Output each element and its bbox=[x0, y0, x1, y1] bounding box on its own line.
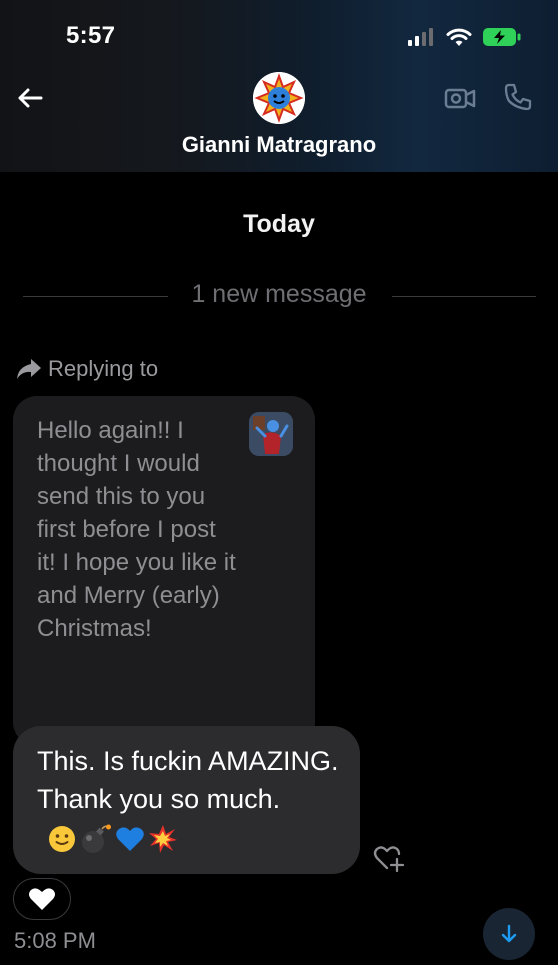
white-heart-icon bbox=[29, 888, 55, 910]
reaction-pill[interactable] bbox=[13, 878, 71, 920]
cellular-signal-icon bbox=[408, 28, 433, 46]
replying-to-row: Replying to bbox=[16, 356, 158, 382]
phone-call-button[interactable] bbox=[503, 82, 533, 112]
wifi-icon bbox=[446, 28, 472, 46]
battery-charging-icon bbox=[483, 28, 521, 46]
blue-heart-emoji bbox=[116, 827, 144, 851]
collision-emoji bbox=[149, 824, 177, 853]
chat-header: 5:57 Gianni Matragrano bbox=[0, 0, 558, 172]
status-time: 5:57 bbox=[66, 22, 116, 49]
add-reaction-button[interactable] bbox=[373, 843, 405, 873]
new-message-divider: 1 new message bbox=[191, 280, 367, 308]
contact-name[interactable]: Gianni Matragrano bbox=[0, 132, 558, 158]
replying-to-label: Replying to bbox=[48, 356, 159, 381]
message-timestamp: 5:08 PM bbox=[14, 928, 96, 953]
arrow-down-icon bbox=[501, 924, 517, 943]
sent-message-body: This. Is fuckin AMAZING. Thank you so mu… bbox=[37, 746, 339, 814]
reply-arrow-icon bbox=[17, 359, 41, 379]
emoji-group bbox=[47, 824, 178, 854]
status-icons bbox=[408, 26, 522, 48]
back-button[interactable] bbox=[14, 82, 46, 114]
sent-message-bubble[interactable]: This. Is fuckin AMAZING. Thank you so mu… bbox=[13, 726, 360, 874]
quoted-media-thumbnail[interactable] bbox=[249, 412, 293, 456]
quoted-message-bubble[interactable]: Hello again!! I thought I would send thi… bbox=[13, 396, 315, 746]
scroll-to-bottom-button[interactable] bbox=[483, 908, 535, 960]
video-call-button[interactable] bbox=[444, 84, 476, 112]
sent-message-text: This. Is fuckin AMAZING. Thank you so mu… bbox=[37, 742, 357, 856]
quoted-message-text: Hello again!! I thought I would send thi… bbox=[37, 417, 236, 642]
avatar bbox=[253, 72, 305, 124]
bomb-emoji bbox=[82, 824, 111, 853]
date-label: Today bbox=[243, 210, 315, 238]
thumbnail-image bbox=[249, 412, 293, 456]
slightly-smiling-face-emoji bbox=[49, 825, 75, 852]
contact-avatar[interactable] bbox=[253, 72, 305, 124]
